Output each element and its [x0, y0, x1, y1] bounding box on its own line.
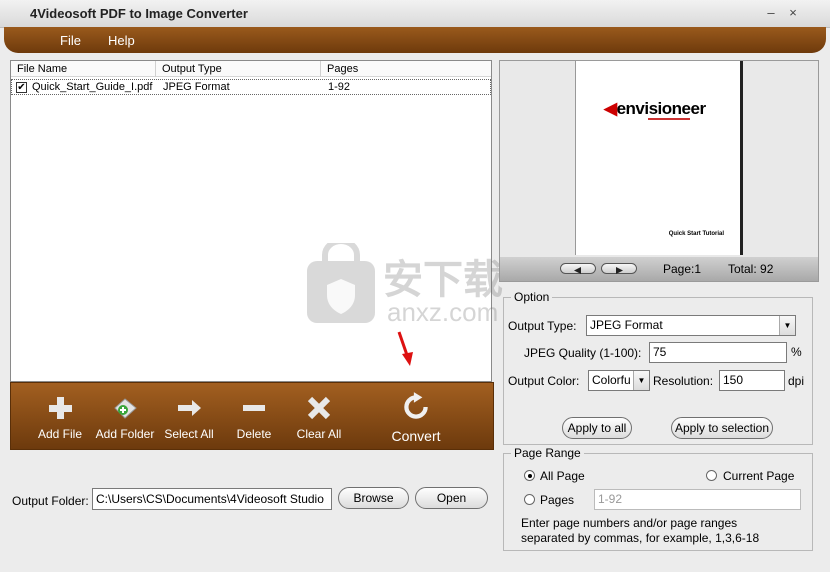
clear-all-button[interactable]: Clear All [291, 383, 347, 449]
select-all-button[interactable]: Select All [161, 383, 217, 449]
menu-bar: File Help [4, 27, 826, 53]
output-color-value: Colorfu [592, 373, 631, 387]
output-color-select[interactable]: Colorfu ▼ [588, 370, 650, 391]
refresh-icon [404, 392, 428, 419]
logo-text: envisioneer [616, 99, 707, 118]
menu-file[interactable]: File [60, 33, 81, 48]
output-folder-input[interactable]: C:\Users\CS\Documents\4Videosoft Studio [92, 488, 332, 510]
prev-page-button[interactable] [560, 263, 596, 274]
select-all-label: Select All [164, 427, 214, 441]
window-title: 4Videosoft PDF to Image Converter [30, 6, 248, 21]
next-page-button[interactable] [601, 263, 637, 274]
arrow-left-icon [574, 267, 581, 274]
output-type-label: Output Type: [508, 319, 577, 333]
cell-output-type: JPEG Format [163, 81, 230, 93]
page-range-group: Page Range All Page Current Page Pages 1… [503, 446, 813, 551]
jpeg-quality-unit: % [791, 345, 802, 359]
option-group: Option Output Type: JPEG Format ▼ JPEG Q… [503, 290, 813, 445]
page-range-hint-2: separated by commas, for example, 1,3,6-… [521, 531, 760, 545]
all-page-radio[interactable] [524, 470, 535, 481]
resolution-unit: dpi [788, 374, 805, 388]
output-type-value: JPEG Format [590, 318, 663, 332]
watermark: 安下载 anxz.com [305, 238, 525, 333]
jpeg-quality-label: JPEG Quality (1-100): [524, 346, 642, 360]
minus-icon [243, 405, 265, 411]
watermark-sub: anxz.com [387, 297, 499, 327]
delete-label: Delete [236, 427, 272, 441]
plus-icon [49, 397, 72, 419]
file-list[interactable]: File Name Output Type Pages ✔ Quick_Star… [10, 60, 492, 382]
preview-pane: ◀envisioneer Quick Start Tutorial Page:1… [499, 60, 819, 282]
close-button[interactable]: × [784, 4, 802, 22]
chevron-down-icon: ▼ [633, 371, 649, 390]
page-caption: Quick Start Tutorial [668, 231, 724, 237]
browse-button[interactable]: Browse [338, 487, 409, 509]
option-legend: Option [511, 290, 553, 304]
column-file-name[interactable]: File Name [17, 63, 67, 75]
x-icon [307, 396, 331, 420]
resolution-label: Resolution: [653, 374, 714, 388]
menu-help[interactable]: Help [108, 33, 135, 48]
add-file-label: Add File [37, 427, 83, 441]
convert-label: Convert [391, 428, 441, 444]
title-bar: 4Videosoft PDF to Image Converter – × [0, 0, 830, 28]
file-list-header: File Name Output Type Pages [11, 61, 491, 77]
action-toolbar: Add File Add Folder Select All Delete Cl… [10, 382, 494, 450]
cell-file-name: Quick_Start_Guide_I.pdf [32, 81, 153, 93]
page-range-hint-1: Enter page numbers and/or page ranges [521, 516, 738, 530]
convert-button[interactable]: Convert [385, 383, 447, 449]
column-output-type[interactable]: Output Type [162, 63, 222, 75]
apply-to-all-button[interactable]: Apply to all [562, 417, 632, 439]
add-file-button[interactable]: Add File [31, 383, 89, 449]
table-row[interactable]: ✔ Quick_Start_Guide_I.pdf JPEG Format 1-… [11, 79, 491, 95]
add-folder-button[interactable]: Add Folder [93, 383, 157, 449]
red-arrow-icon [397, 331, 413, 366]
chevron-down-icon: ▼ [779, 316, 795, 335]
arrow-right-small-icon [616, 267, 623, 274]
all-page-label[interactable]: All Page [540, 469, 585, 483]
minimize-button[interactable]: – [762, 4, 780, 22]
pages-radio[interactable] [524, 494, 535, 505]
open-button[interactable]: Open [415, 487, 488, 509]
row-checkbox[interactable]: ✔ [16, 82, 27, 93]
folder-add-icon [114, 398, 137, 419]
apply-to-selection-button[interactable]: Apply to selection [671, 417, 773, 439]
pages-label[interactable]: Pages [540, 493, 574, 507]
current-page-radio[interactable] [706, 470, 717, 481]
logo-underline [648, 118, 690, 120]
cell-pages: 1-92 [328, 81, 351, 93]
resolution-input[interactable]: 150 [719, 370, 785, 391]
output-color-label: Output Color: [508, 374, 580, 388]
preview-page: ◀envisioneer Quick Start Tutorial [575, 61, 743, 255]
preview-nav: Page:1 Total: 92 [500, 257, 818, 281]
delete-button[interactable]: Delete [227, 383, 281, 449]
jpeg-quality-input[interactable]: 75 [649, 342, 787, 363]
envisioneer-logo: ◀envisioneer [604, 99, 707, 118]
arrow-right-icon [178, 400, 201, 416]
page-indicator: Page:1 [663, 262, 702, 276]
column-pages[interactable]: Pages [327, 63, 358, 75]
total-pages: Total: 92 [728, 262, 774, 276]
output-type-select[interactable]: JPEG Format ▼ [586, 315, 796, 336]
current-page-label[interactable]: Current Page [723, 469, 794, 483]
add-folder-label: Add Folder [95, 427, 155, 441]
page-range-legend: Page Range [511, 446, 584, 460]
clear-all-label: Clear All [296, 427, 342, 441]
output-folder-label: Output Folder: [12, 494, 89, 508]
pages-input[interactable]: 1-92 [594, 489, 801, 510]
